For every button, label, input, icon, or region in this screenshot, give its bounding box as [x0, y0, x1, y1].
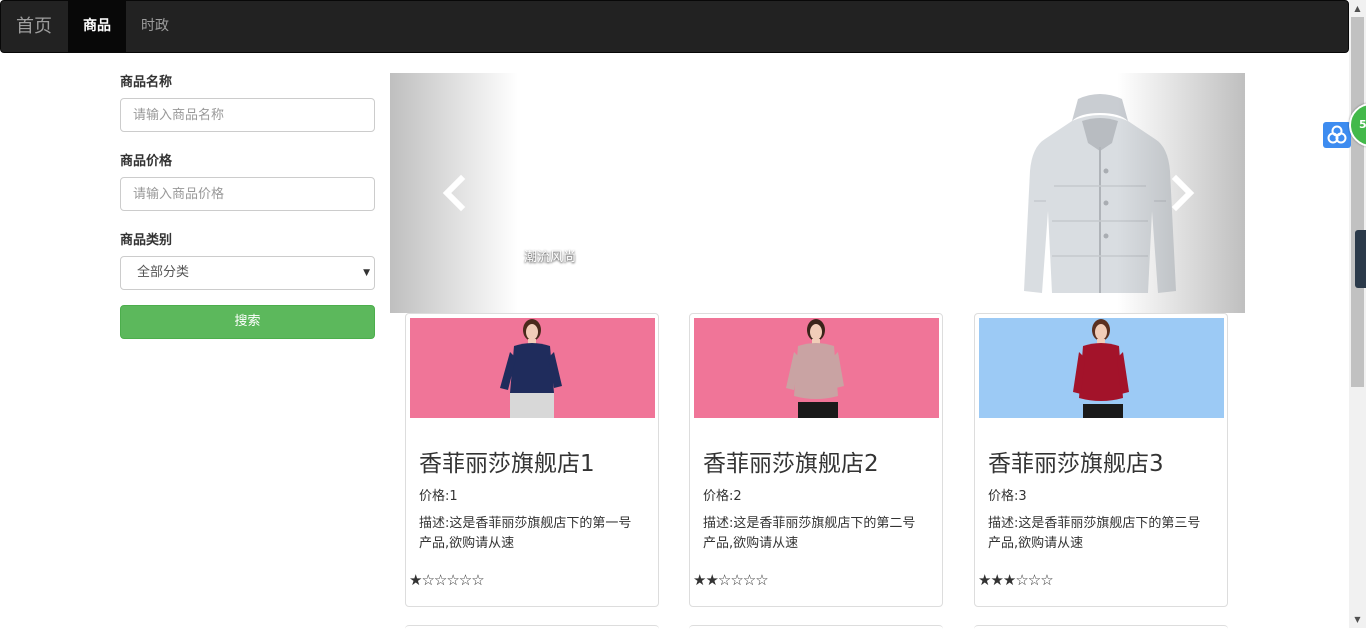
category-selected-value: 全部分类 [137, 265, 190, 280]
star-rating: ★★★☆☆☆ [978, 571, 1054, 589]
product-description: 描述:这是香菲丽莎旗舰店下的第三号产品,欲购请从速 [988, 516, 1201, 551]
speed-badge-value: 50 [1359, 118, 1366, 131]
search-form: 商品名称 商品价格 商品类别 全部分类 ▼ 搜索 [120, 73, 375, 339]
page-scrollbar[interactable]: ▲ ▼ [1349, 0, 1366, 628]
product-title: 香菲丽莎旗舰店1 [419, 451, 595, 477]
product-title: 香菲丽莎旗舰店2 [703, 451, 879, 477]
product-title: 香菲丽莎旗舰店3 [988, 451, 1164, 477]
product-description: 描述:这是香菲丽莎旗舰店下的第二号产品,欲购请从速 [703, 516, 916, 551]
promo-carousel: 潮流风尚 [390, 73, 1245, 313]
product-price: 价格:3 [988, 489, 1027, 504]
product-name-label: 商品名称 [120, 75, 173, 90]
scroll-up-icon[interactable]: ▲ [1349, 0, 1366, 17]
top-navbar: 首页 商品 时政 [0, 0, 1349, 53]
star-rating: ★★☆☆☆☆ [693, 571, 769, 589]
product-name-input[interactable] [120, 98, 375, 132]
nav-item-products[interactable]: 商品 [68, 1, 126, 52]
carousel-caption: 潮流风尚 [523, 250, 576, 265]
nav-brand-home[interactable]: 首页 [1, 1, 68, 52]
product-card-partial [689, 625, 943, 635]
scroll-down-icon[interactable]: ▼ [1349, 611, 1366, 628]
search-button[interactable]: 搜索 [120, 305, 375, 339]
product-image [410, 318, 655, 418]
product-description: 描述:这是香菲丽莎旗舰店下的第一号产品,欲购请从速 [419, 516, 632, 551]
product-card[interactable]: 香菲丽莎旗舰店3 价格:3 描述:这是香菲丽莎旗舰店下的第三号产品,欲购请从速 … [974, 313, 1228, 607]
chevron-right-icon [1171, 174, 1195, 212]
scrollbar-thumb[interactable] [1351, 17, 1364, 387]
product-image [979, 318, 1224, 418]
chevron-left-icon [442, 174, 466, 212]
side-panel-handle[interactable] [1355, 230, 1366, 288]
product-card-partial [405, 625, 659, 635]
nav-item-politics[interactable]: 时政 [126, 1, 184, 52]
product-card-partial [974, 625, 1228, 635]
product-price: 价格:1 [419, 489, 458, 504]
cloud-share-widget[interactable] [1323, 122, 1351, 148]
product-card[interactable]: 香菲丽莎旗舰店2 价格:2 描述:这是香菲丽莎旗舰店下的第二号产品,欲购请从速 … [689, 313, 943, 607]
product-price-label: 商品价格 [120, 154, 173, 169]
product-card[interactable]: 香菲丽莎旗舰店1 价格:1 描述:这是香菲丽莎旗舰店下的第一号产品,欲购请从速 … [405, 313, 659, 607]
carousel-next-button[interactable] [1162, 173, 1202, 213]
carousel-prev-button[interactable] [435, 173, 475, 213]
product-price-input[interactable] [120, 177, 375, 211]
caret-down-icon: ▼ [363, 268, 370, 278]
star-rating: ★☆☆☆☆☆ [409, 571, 485, 589]
product-category-select[interactable]: 全部分类 ▼ [120, 256, 375, 290]
product-image [694, 318, 939, 418]
share-link-icon [1327, 125, 1347, 144]
product-category-label: 商品类别 [120, 233, 173, 248]
product-price: 价格:2 [703, 489, 742, 504]
